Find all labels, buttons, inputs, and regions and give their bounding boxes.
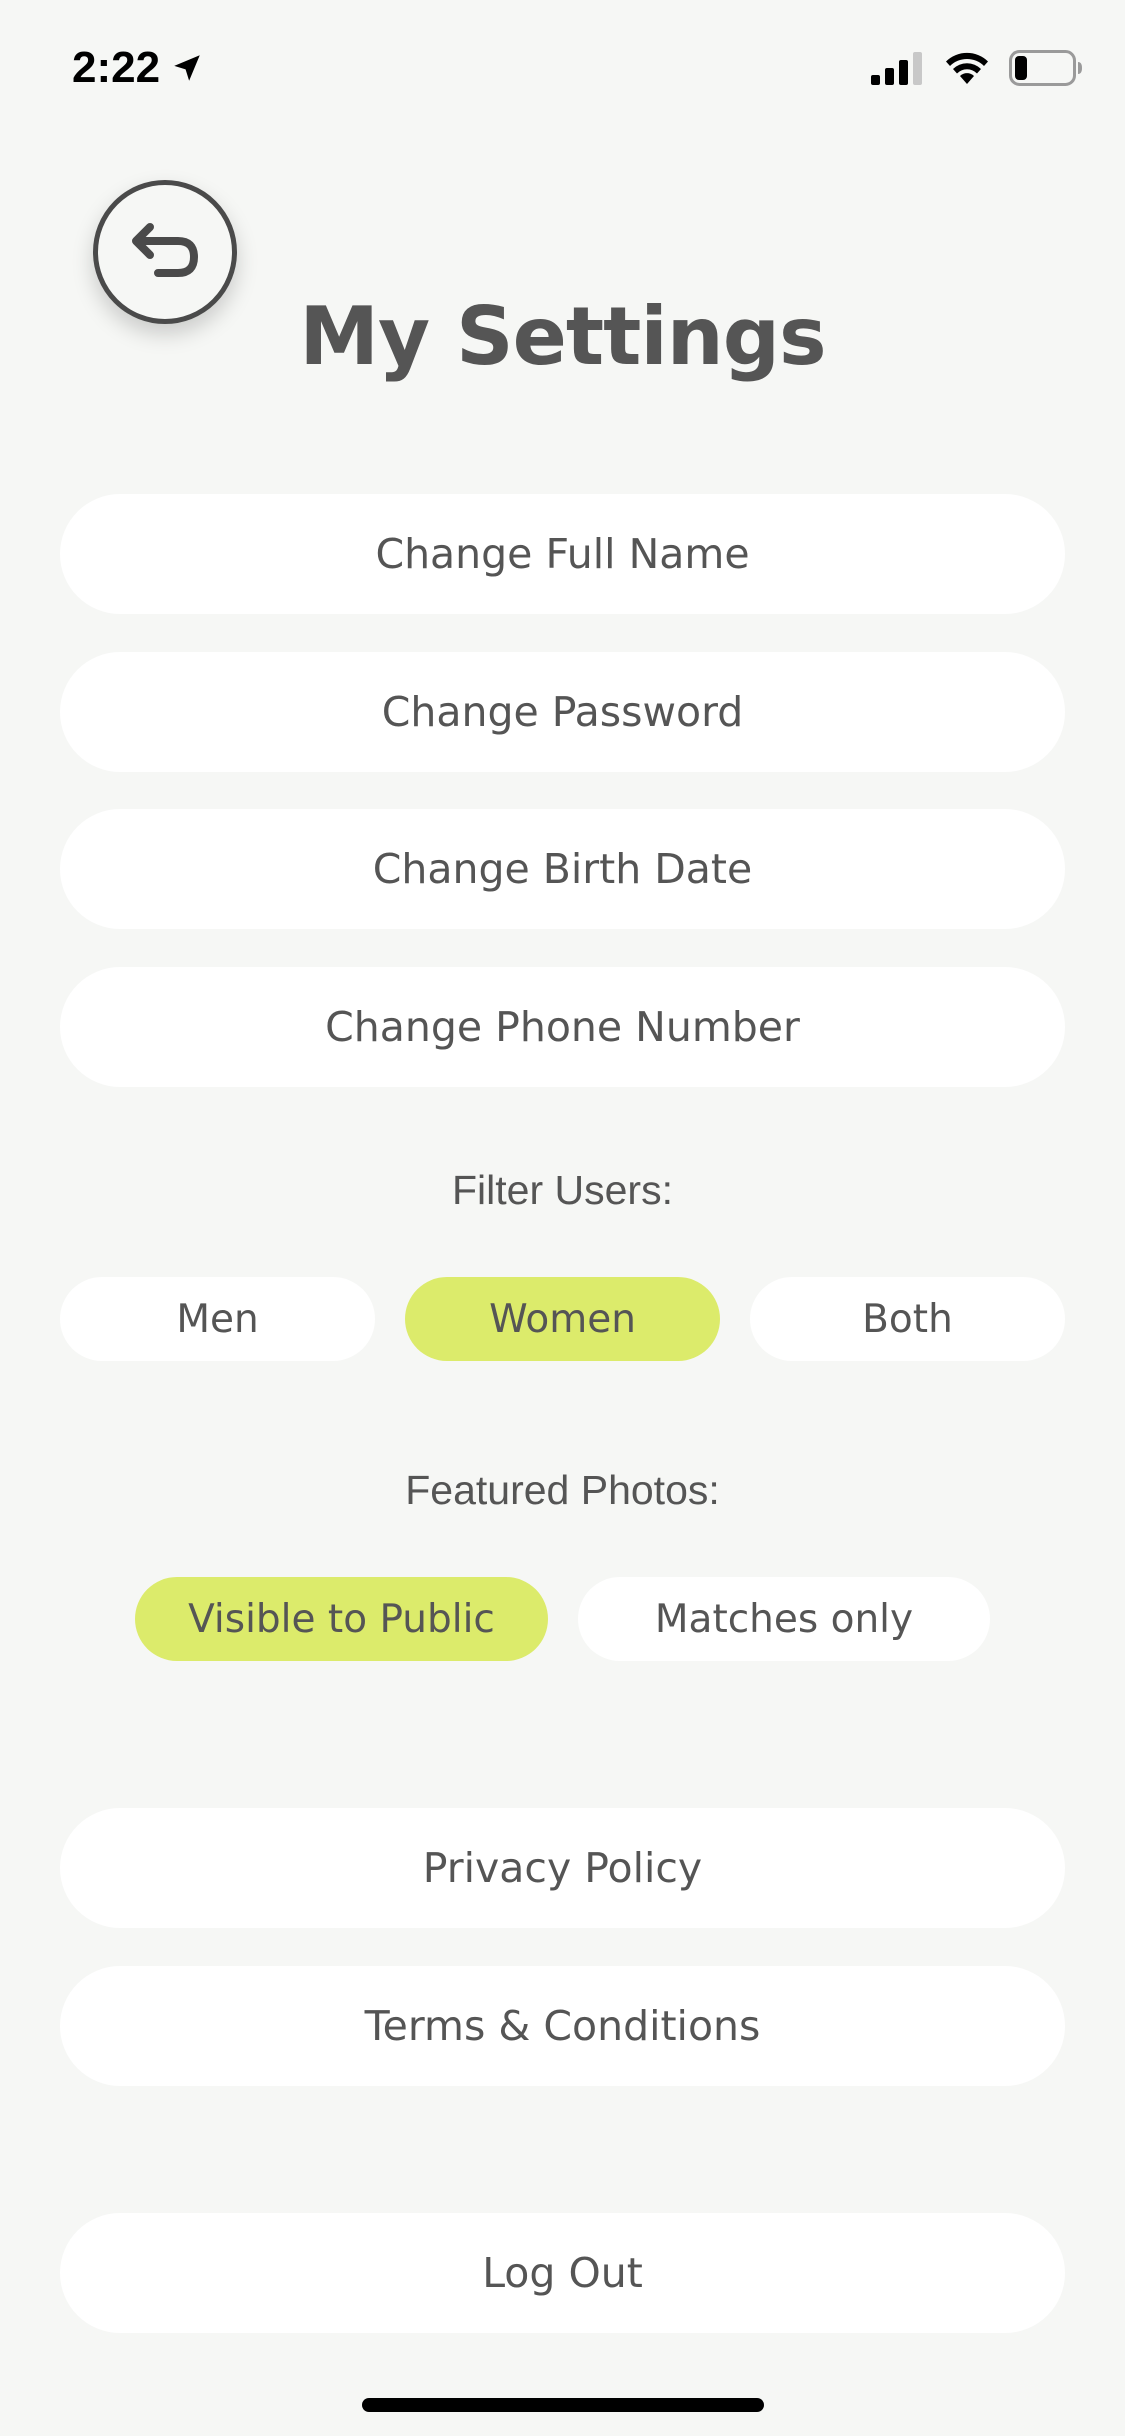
page-title: My Settings [299,290,826,383]
change-password-button[interactable]: Change Password [60,652,1065,772]
battery-icon [1009,50,1082,86]
matches-only-option[interactable]: Matches only [578,1577,990,1661]
location-arrow-icon [174,55,200,81]
filter-users-label: Filter Users: [452,1167,673,1213]
settings-screen: 2:22 My Settings Change Full Name Change… [0,0,1125,2436]
change-full-name-button[interactable]: Change Full Name [60,494,1065,614]
filter-women-option[interactable]: Women [405,1277,720,1361]
status-time-label: 2:22 [72,43,161,92]
back-arrow-icon [132,223,198,277]
visible-to-public-option[interactable]: Visible to Public [135,1577,548,1661]
filter-both-option[interactable]: Both [750,1277,1065,1361]
change-birth-date-button[interactable]: Change Birth Date [60,809,1065,929]
terms-conditions-button[interactable]: Terms & Conditions [60,1966,1065,2086]
cellular-signal-icon [871,52,922,85]
filter-men-option[interactable]: Men [60,1277,375,1361]
status-icons [871,46,1083,90]
featured-photos-label: Featured Photos: [405,1467,720,1513]
wifi-icon [946,52,988,84]
log-out-button[interactable]: Log Out [60,2213,1065,2333]
change-phone-number-button[interactable]: Change Phone Number [60,967,1065,1087]
home-indicator [362,2398,764,2412]
status-time: 2:22 [72,38,204,98]
privacy-policy-button[interactable]: Privacy Policy [60,1808,1065,1928]
